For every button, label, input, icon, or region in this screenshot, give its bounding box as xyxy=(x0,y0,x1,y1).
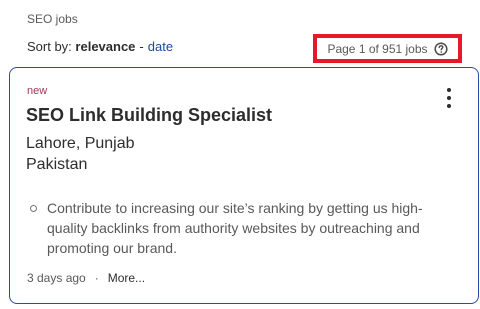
job-location-country: Pakistan xyxy=(26,156,88,173)
page-count-highlight: Page 1 of 951 jobs xyxy=(313,34,462,63)
footer-separator: · xyxy=(94,271,99,285)
job-card[interactable]: new SEO Link Building Specialist Lahore,… xyxy=(9,67,479,304)
job-title[interactable]: SEO Link Building Specialist xyxy=(26,105,272,126)
question-circle-icon[interactable] xyxy=(433,41,448,56)
sort-relevance-active: relevance xyxy=(75,39,136,54)
new-badge: new xyxy=(27,85,48,97)
job-location-city: Lahore, Punjab xyxy=(26,135,135,152)
menu-dot xyxy=(447,96,451,100)
menu-dot xyxy=(447,88,451,92)
more-link[interactable]: More... xyxy=(108,271,145,285)
job-snippet: Contribute to increasing our site’s rank… xyxy=(27,198,447,258)
sort-separator: - xyxy=(139,39,144,54)
sort-label: Sort by: xyxy=(27,39,72,54)
question-circle-icon-svg xyxy=(433,41,448,56)
page-count-text: Page 1 of 951 jobs xyxy=(327,41,428,56)
vertical-dots-icon[interactable] xyxy=(444,88,454,108)
job-snippet-item: Contribute to increasing our site’s rank… xyxy=(27,198,447,258)
job-footer: 3 days ago · More... xyxy=(27,271,145,285)
menu-dot xyxy=(447,104,451,108)
posted-date: 3 days ago xyxy=(27,271,86,285)
search-results-page: SEO jobs Sort by: relevance - date Page 1 … xyxy=(0,0,480,309)
breadcrumb[interactable]: SEO jobs xyxy=(27,12,78,26)
sort-controls: Sort by: relevance - date xyxy=(27,39,173,54)
sort-by-date-link[interactable]: date xyxy=(148,39,173,54)
